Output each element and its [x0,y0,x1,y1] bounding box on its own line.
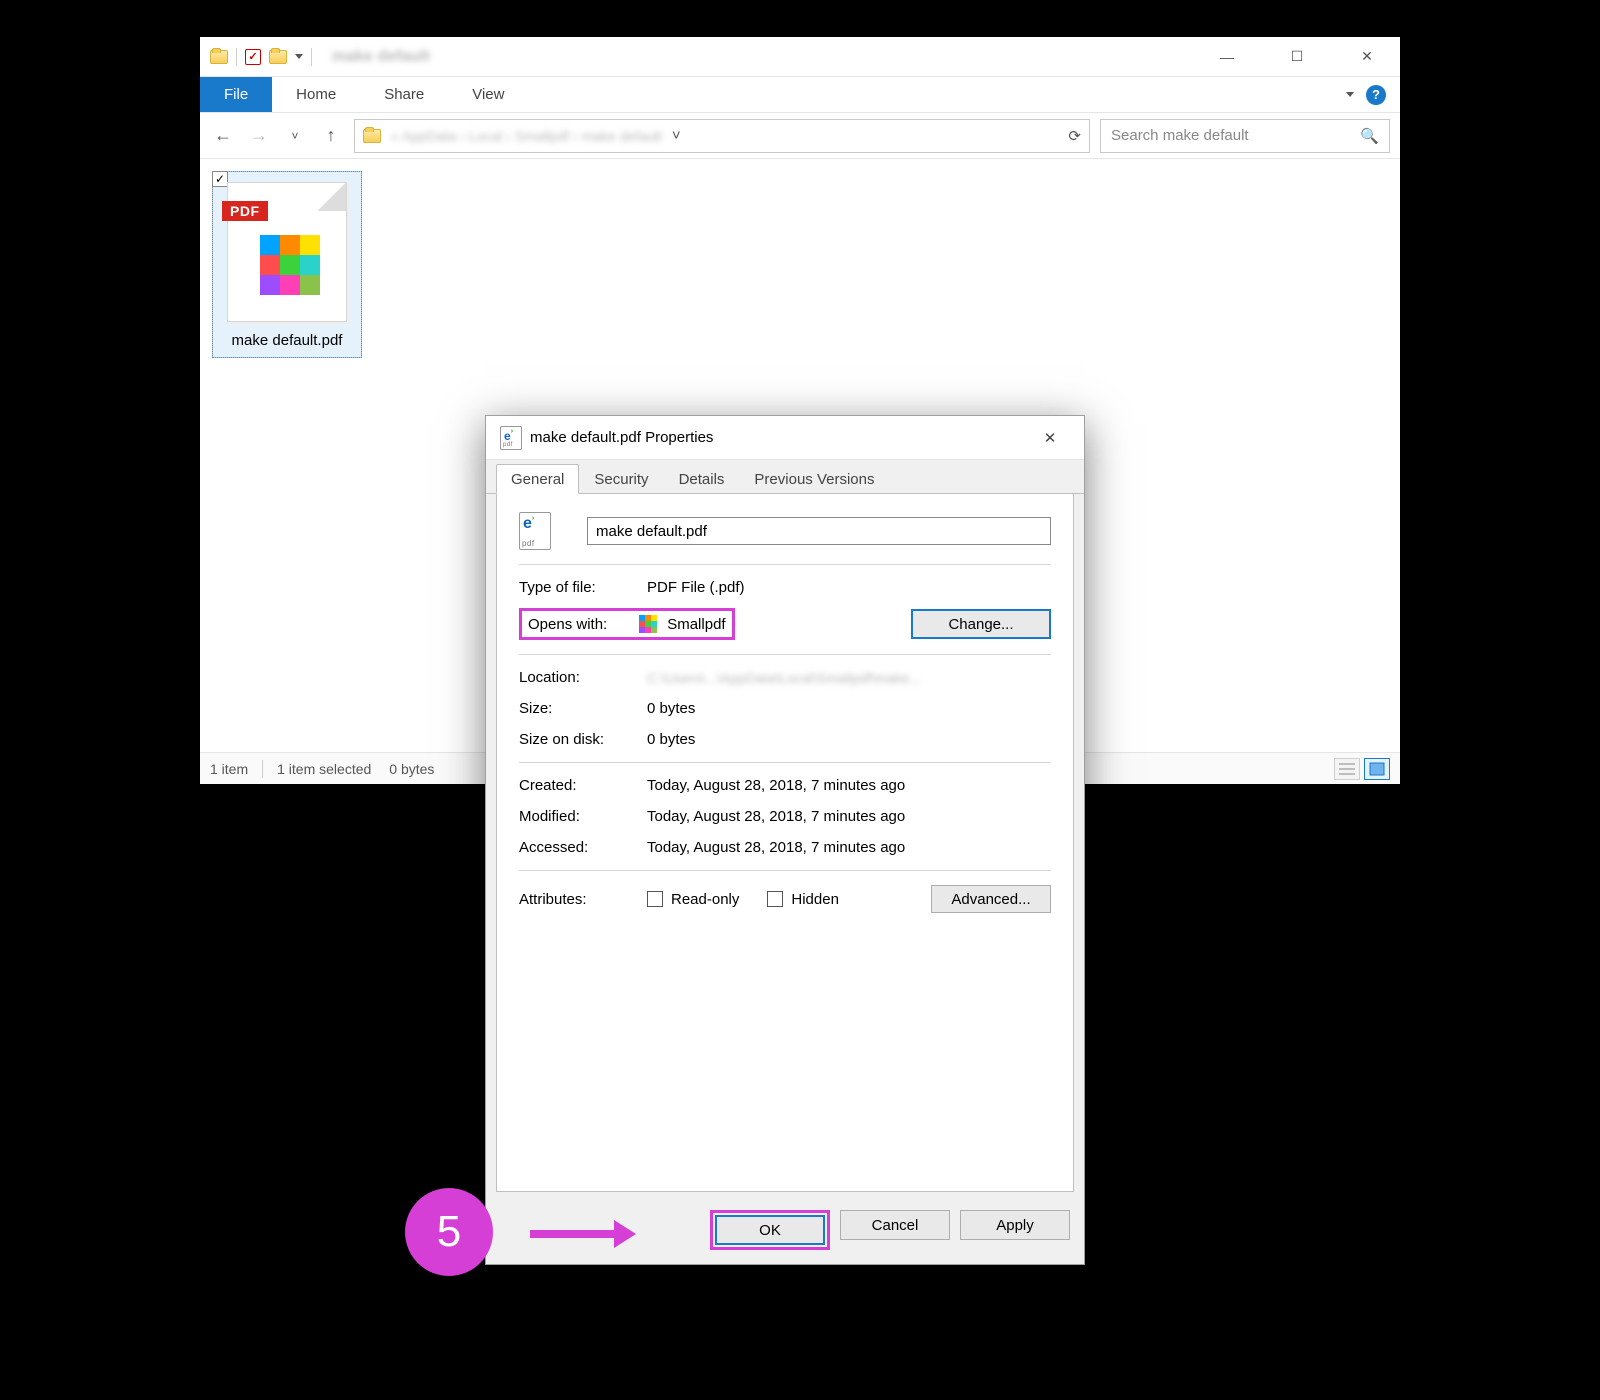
apply-button[interactable]: Apply [960,1210,1070,1240]
advanced-button[interactable]: Advanced... [931,885,1051,913]
smallpdf-logo-icon [639,615,657,633]
minimize-button[interactable]: — [1204,42,1250,72]
properties-qat-icon[interactable]: ✓ [245,49,261,65]
tab-previous-versions[interactable]: Previous Versions [739,464,889,494]
edge-pdf-icon: e›pdf [500,426,522,450]
navigation-bar: ← → ˅ ↑ « AppData › Local › Smallpdf › m… [200,113,1400,159]
window-title: make default [332,48,430,66]
maximize-button[interactable]: ☐ [1274,42,1320,72]
search-input[interactable]: Search make default 🔍 [1100,119,1390,153]
created-value: Today, August 28, 2018, 7 minutes ago [647,777,905,794]
dropdown-icon[interactable]: ˅ [672,127,681,144]
accessed-value: Today, August 28, 2018, 7 minutes ago [647,839,905,856]
tab-file[interactable]: File [200,77,272,112]
opens-with-value: Smallpdf [667,616,725,633]
dialog-buttons: OK Cancel Apply [710,1210,1070,1250]
ribbon-collapse-icon[interactable] [1346,92,1354,97]
ok-button[interactable]: OK [715,1215,825,1245]
hidden-checkbox[interactable] [767,891,783,907]
accessed-label: Accessed: [519,839,629,856]
created-label: Created: [519,777,629,794]
separator [236,48,237,66]
size-on-disk-label: Size on disk: [519,731,629,748]
tab-security[interactable]: Security [579,464,663,494]
smallpdf-logo-icon [260,235,320,295]
address-bar[interactable]: « AppData › Local › Smallpdf › make defa… [354,119,1090,153]
type-of-file-value: PDF File (.pdf) [647,579,745,596]
tab-share[interactable]: Share [360,77,448,112]
recent-locations-button[interactable]: ˅ [282,123,308,149]
selected-count: 1 item selected [277,761,371,777]
cancel-button[interactable]: Cancel [840,1210,950,1240]
properties-dialog: e›pdf make default.pdf Properties ✕ Gene… [485,415,1085,1265]
up-button[interactable]: ↑ [318,123,344,149]
dialog-tabs: General Security Details Previous Versio… [486,460,1084,494]
location-value: C:\Users\...\AppData\Local\Smallpdf\make… [647,670,1051,686]
size-on-disk-value: 0 bytes [647,731,695,748]
tab-details[interactable]: Details [664,464,740,494]
size-label: Size: [519,700,629,717]
dialog-close-button[interactable]: ✕ [1030,423,1070,453]
dialog-titlebar: e›pdf make default.pdf Properties ✕ [486,416,1084,460]
hidden-label: Hidden [791,891,839,908]
search-placeholder: Search make default [1111,127,1249,144]
ribbon-tabs: File Home Share View ? [200,77,1400,113]
modified-label: Modified: [519,808,629,825]
change-button[interactable]: Change... [911,609,1051,639]
general-panel: e›pdf make default.pdf Type of file: PDF… [496,494,1074,1192]
chevron-down-icon[interactable] [295,54,303,59]
location-label: Location: [519,669,629,686]
filename-input[interactable]: make default.pdf [587,517,1051,545]
selected-size: 0 bytes [389,761,434,777]
file-tile[interactable]: PDF make default.pdf [212,171,362,358]
help-icon[interactable]: ? [1366,85,1386,105]
back-button[interactable]: ← [210,123,236,149]
tab-view[interactable]: View [448,77,528,112]
tab-home[interactable]: Home [272,77,360,112]
item-count: 1 item [210,761,248,777]
ok-highlight: OK [710,1210,830,1250]
folder-icon [269,50,287,64]
step-badge: 5 [405,1188,493,1276]
file-thumbnail: PDF [227,182,347,322]
search-icon: 🔍 [1360,127,1379,145]
details-view-button[interactable] [1334,758,1360,780]
tile-checkbox[interactable]: ✓ [212,171,228,187]
readonly-checkbox[interactable] [647,891,663,907]
pdf-badge: PDF [222,201,268,221]
readonly-label: Read-only [671,891,739,908]
arrow-icon [530,1220,636,1248]
edge-pdf-icon: e›pdf [519,512,551,550]
forward-button[interactable]: → [246,123,272,149]
tab-general[interactable]: General [496,464,579,494]
window-titlebar: ✓ make default — ☐ ✕ [200,37,1400,77]
file-name: make default.pdf [217,328,357,353]
path-text: « AppData › Local › Smallpdf › make defa… [391,128,662,144]
thumbnails-view-button[interactable] [1364,758,1390,780]
folder-icon [210,50,228,64]
opens-with-highlight: Opens with: Smallpdf [519,608,735,640]
separator [311,48,312,66]
folder-icon [363,129,381,143]
type-of-file-label: Type of file: [519,579,629,596]
attributes-label: Attributes: [519,891,629,908]
size-value: 0 bytes [647,700,695,717]
refresh-icon[interactable]: ⟳ [1068,127,1081,145]
dialog-title: make default.pdf Properties [530,429,713,446]
opens-with-label: Opens with: [528,616,607,633]
modified-value: Today, August 28, 2018, 7 minutes ago [647,808,905,825]
close-button[interactable]: ✕ [1344,42,1390,72]
